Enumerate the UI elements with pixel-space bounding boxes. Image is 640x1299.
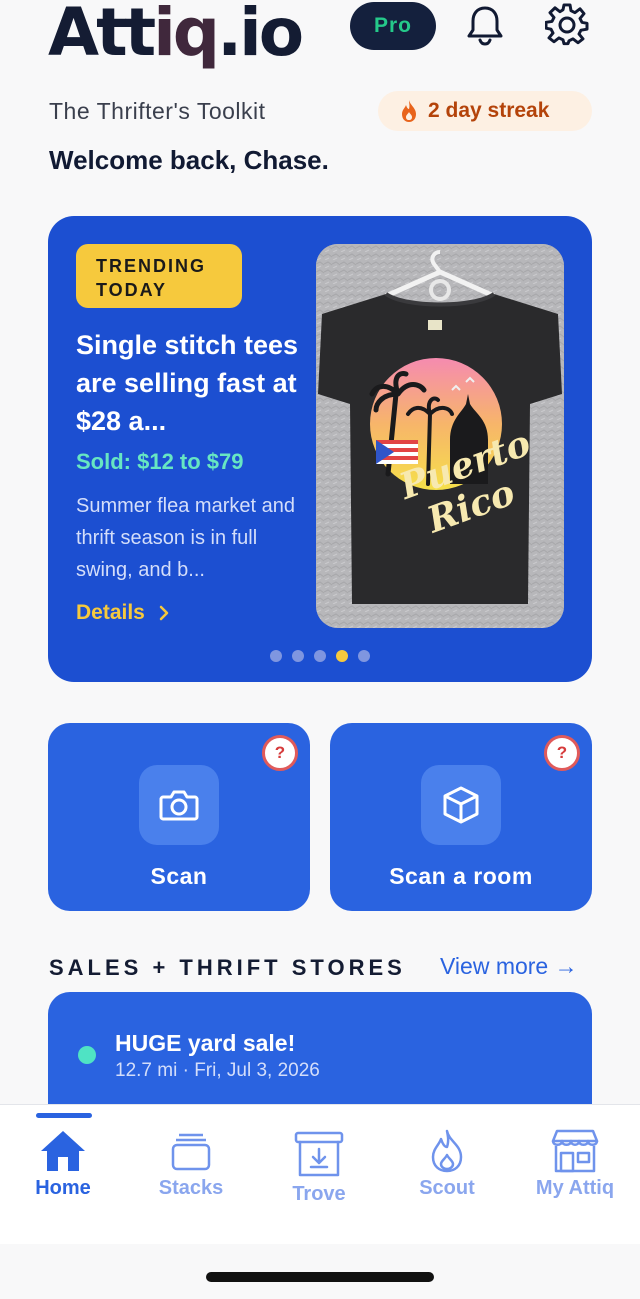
streak-label: 2 day streak <box>428 99 550 122</box>
tab-my-attiq[interactable]: My Attiq <box>520 1129 630 1200</box>
flame-icon <box>431 1129 463 1173</box>
trending-title: Single stitch tees are selling fast at $… <box>76 330 299 436</box>
active-tab-indicator <box>36 1113 92 1118</box>
carousel-dot[interactable] <box>292 650 304 662</box>
gear-icon <box>545 3 589 46</box>
carousel-dot[interactable] <box>358 650 370 662</box>
trending-sold-range: Sold: $12 to $79 <box>76 449 244 474</box>
details-link[interactable]: Details <box>76 601 169 625</box>
welcome-message: Welcome back, Chase. <box>49 145 329 175</box>
scan-room-label: Scan a room <box>389 863 533 889</box>
sale-title: HUGE yard sale! <box>115 1030 296 1056</box>
scan-help-button[interactable]: ? <box>262 735 298 771</box>
tab-scout-label: Scout <box>419 1177 475 1199</box>
tab-my-attiq-label: My Attiq <box>535 1177 615 1199</box>
scan-label: Scan <box>150 863 208 889</box>
bottom-tab-bar: Home Stacks Trove Scout My Attiq <box>0 1104 640 1244</box>
pro-badge[interactable]: Pro <box>350 2 436 50</box>
trending-tag: TRENDING TODAY <box>76 244 242 308</box>
carousel-pagination[interactable] <box>270 650 370 662</box>
app-logo: Attiq.io <box>48 0 304 71</box>
tab-scout[interactable]: Scout <box>392 1129 502 1200</box>
trove-icon <box>294 1131 344 1177</box>
camera-icon <box>139 765 219 845</box>
carousel-dot[interactable] <box>270 650 282 662</box>
details-label: Details <box>76 601 145 624</box>
home-indicator[interactable] <box>206 1272 434 1282</box>
flame-icon <box>402 100 416 122</box>
cube-icon <box>421 765 501 845</box>
trending-card[interactable]: TRENDING TODAY Single stitch tees are se… <box>48 216 592 682</box>
scan-room-button[interactable]: ? Scan a room <box>330 723 592 911</box>
tab-stacks[interactable]: Stacks <box>136 1129 246 1200</box>
streak-badge[interactable]: 2 day streak <box>378 91 592 131</box>
app-header: Attiq.io Pro The Thrifter's Toolkit 2 da… <box>0 0 640 200</box>
scan-button[interactable]: ? Scan <box>48 723 310 911</box>
tab-trove[interactable]: Trove <box>264 1129 374 1206</box>
trending-product-image: Puerto Rico <box>316 244 564 628</box>
bell-icon <box>467 6 503 46</box>
chevron-right-icon <box>159 605 169 621</box>
storefront-icon <box>551 1129 599 1173</box>
tab-home[interactable]: Home <box>8 1129 118 1200</box>
carousel-dot-active[interactable] <box>336 650 348 662</box>
stacks-icon <box>171 1133 211 1171</box>
tab-home-label: Home <box>35 1177 91 1199</box>
sale-meta: 12.7 mi · Fri, Jul 3, 2026 <box>115 1060 320 1081</box>
view-more-link[interactable]: View more → <box>440 953 578 980</box>
carousel-dot[interactable] <box>314 650 326 662</box>
home-icon <box>41 1131 85 1171</box>
sale-status-dot <box>78 1046 96 1064</box>
trending-description: Summer flea market and thrift season is … <box>76 495 295 581</box>
tagline: The Thrifter's Toolkit <box>49 98 266 124</box>
tab-trove-label: Trove <box>292 1183 346 1205</box>
sales-section-title: SALES + THRIFT STORES <box>49 955 406 980</box>
notifications-button[interactable] <box>462 2 508 48</box>
settings-button[interactable] <box>544 2 590 48</box>
scan-room-help-button[interactable]: ? <box>544 735 580 771</box>
tab-stacks-label: Stacks <box>158 1177 224 1199</box>
